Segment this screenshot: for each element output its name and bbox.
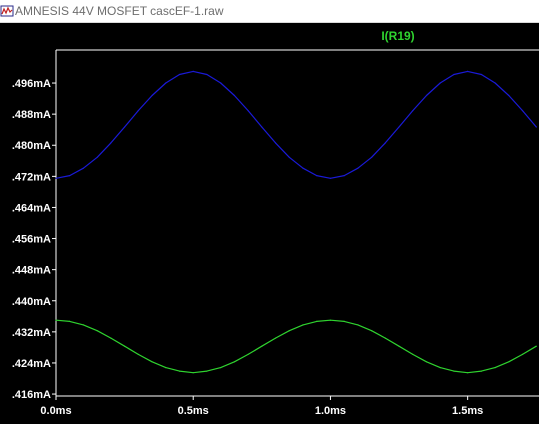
trace-point-2: [261, 345, 263, 347]
y-tick-label: .424mA: [12, 358, 51, 370]
y-tick-label: .416mA: [12, 389, 51, 401]
trace-point-2: [316, 320, 318, 322]
y-tick-label: .456mA: [12, 234, 51, 246]
trace-point-1: [206, 73, 208, 76]
trace-point-2: [343, 320, 345, 322]
trace-point-2: [165, 367, 167, 369]
trace-point-2: [151, 361, 153, 363]
x-tick-label: 0.0ms: [40, 405, 71, 417]
trace-point-1: [82, 167, 84, 169]
trace-point-1: [412, 110, 414, 112]
trace-line-2: [55, 319, 537, 374]
trace-point-2: [247, 353, 249, 355]
trace-point-1: [467, 70, 469, 72]
trace-point-2: [357, 324, 359, 326]
trace-point-1: [110, 142, 112, 144]
trace-point-1: [371, 156, 373, 158]
trace-point-2: [274, 337, 277, 339]
trace-point-2: [439, 367, 441, 369]
plot-traces: [55, 70, 537, 374]
trace-point-2: [467, 372, 469, 374]
trace-point-1: [220, 82, 222, 84]
trace-point-1: [508, 94, 510, 97]
y-tick-label: .448mA: [12, 265, 51, 277]
trace-point-2: [55, 319, 57, 321]
plot-axes: .496mA .488mA .480mA .472mA .464mA .456mA .448…: [12, 49, 539, 417]
trace-point-2: [110, 337, 112, 339]
trace-point-2: [508, 361, 510, 363]
y-tick-label: .472mA: [12, 171, 51, 183]
trace-point-2: [288, 330, 290, 332]
trace-point-2: [453, 370, 455, 372]
trace-point-1: [494, 82, 496, 84]
trace-point-1: [192, 70, 194, 72]
trace-point-1: [302, 167, 304, 169]
y-tick-label: .440mA: [12, 296, 51, 308]
trace-point-1: [96, 156, 98, 158]
trace-point-1: [439, 82, 441, 84]
trace-point-1: [316, 175, 318, 177]
trace-point-1: [55, 177, 57, 179]
trace-point-1: [425, 94, 428, 97]
trace-point-1: [480, 73, 482, 76]
trace-point-1: [357, 167, 359, 169]
trace-point-2: [69, 320, 71, 322]
trace-point-1: [329, 177, 331, 179]
y-tick-label: .480mA: [12, 140, 51, 152]
trace-point-1: [384, 142, 386, 144]
trace-point-1: [137, 110, 139, 112]
waveform-viewer-icon: [0, 5, 14, 17]
trace-point-2: [384, 337, 386, 339]
trace-point-2: [96, 330, 98, 332]
trace-point-1: [178, 73, 181, 76]
waveform-plot[interactable]: .496mA .488mA .480mA .472mA .464mA .456mA .448…: [0, 23, 539, 424]
trace-point-2: [494, 367, 496, 369]
trace-point-2: [192, 372, 194, 374]
window-title: AMNESIS 44V MOSFET cascEF-1.raw: [15, 4, 224, 18]
trace-point-2: [82, 324, 84, 326]
y-tick-label: .488mA: [12, 109, 51, 121]
x-tick-label: 0.5ms: [178, 405, 209, 417]
trace-point-1: [165, 82, 167, 84]
x-tick-label: 1.0ms: [315, 405, 346, 417]
title-bar: AMNESIS 44V MOSFET cascEF-1.raw: [0, 0, 539, 23]
trace-point-2: [124, 345, 126, 347]
trace-point-2: [398, 345, 400, 347]
trace-point-1: [124, 126, 126, 128]
trace-point-1: [535, 126, 537, 128]
trace-point-2: [412, 353, 414, 355]
trace-point-1: [398, 126, 400, 128]
trace-point-2: [137, 353, 139, 355]
trace-label[interactable]: I(R19): [381, 29, 414, 43]
trace-point-1: [247, 110, 249, 112]
trace-point-1: [288, 156, 290, 158]
trace-point-2: [329, 319, 331, 321]
trace-point-2: [535, 345, 537, 347]
trace-point-1: [453, 73, 455, 76]
trace-point-2: [521, 353, 524, 355]
trace-point-2: [302, 324, 304, 326]
trace-line-1: [55, 70, 537, 179]
y-tick-label: .464mA: [12, 202, 51, 214]
trace-point-1: [521, 110, 524, 112]
trace-point-2: [371, 330, 373, 332]
trace-point-2: [425, 361, 428, 363]
trace-point-1: [69, 175, 71, 177]
trace-point-1: [151, 94, 153, 97]
trace-point-2: [206, 370, 208, 372]
y-tick-label: .432mA: [12, 327, 51, 339]
trace-point-2: [233, 361, 235, 363]
trace-point-1: [343, 175, 345, 177]
trace-point-1: [233, 94, 235, 97]
trace-point-1: [261, 126, 263, 128]
x-tick-label: 1.5ms: [452, 405, 483, 417]
y-tick-label: .496mA: [12, 78, 51, 90]
trace-point-1: [274, 142, 277, 144]
trace-point-2: [178, 370, 181, 372]
trace-point-2: [220, 367, 222, 369]
trace-point-2: [480, 370, 482, 372]
